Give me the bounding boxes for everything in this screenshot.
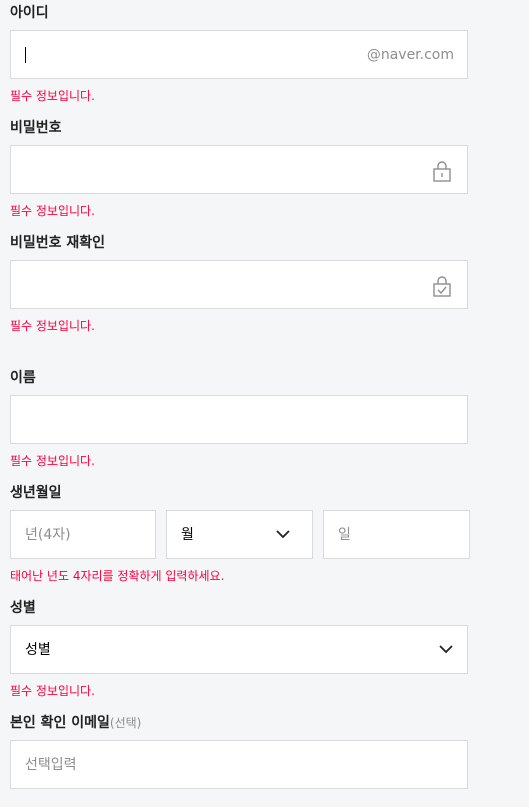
gender-error-message: 필수 정보입니다.	[10, 684, 95, 698]
id-domain-suffix: @naver.com	[366, 47, 454, 63]
birth-month-value: 월	[181, 527, 194, 543]
birth-label: 생년월일	[10, 485, 62, 501]
gender-label: 성별	[10, 600, 36, 616]
text-cursor	[25, 47, 26, 63]
birth-month-select[interactable]: 월	[166, 510, 313, 559]
id-label: 아이디	[10, 5, 49, 21]
name-input[interactable]	[10, 395, 468, 444]
name-error-message: 필수 정보입니다.	[10, 454, 95, 468]
gender-select[interactable]: 성별	[10, 625, 468, 674]
id-input[interactable]: @naver.com	[10, 30, 468, 79]
email-label: 본인 확인 이메일(선택)	[10, 714, 141, 732]
password-error-message: 필수 정보입니다.	[10, 204, 95, 218]
email-optional-tag: (선택)	[109, 716, 142, 730]
id-error-message: 필수 정보입니다.	[10, 89, 95, 103]
email-input[interactable]: 선택입력	[10, 740, 468, 789]
birth-year-input[interactable]: 년(4자)	[10, 510, 156, 559]
password-confirm-input[interactable]	[10, 260, 468, 309]
birth-day-placeholder: 일	[338, 527, 351, 543]
birth-year-placeholder: 년(4자)	[25, 527, 71, 543]
birth-day-input[interactable]: 일	[323, 510, 470, 559]
chevron-down-icon	[439, 645, 453, 654]
password-input[interactable]	[10, 145, 468, 194]
gender-value: 성별	[25, 642, 51, 658]
password-label: 비밀번호	[10, 120, 62, 136]
password-confirm-label: 비밀번호 재확인	[10, 235, 106, 251]
email-label-text: 본인 확인 이메일	[10, 715, 110, 731]
lock-check-icon	[433, 276, 451, 297]
lock-icon	[433, 161, 451, 182]
password-confirm-error-message: 필수 정보입니다.	[10, 319, 95, 333]
name-label: 이름	[10, 370, 36, 386]
birth-error-message: 태어난 년도 4자리를 정확하게 입력하세요.	[10, 569, 225, 583]
email-placeholder: 선택입력	[25, 757, 77, 773]
chevron-down-icon	[276, 530, 290, 539]
